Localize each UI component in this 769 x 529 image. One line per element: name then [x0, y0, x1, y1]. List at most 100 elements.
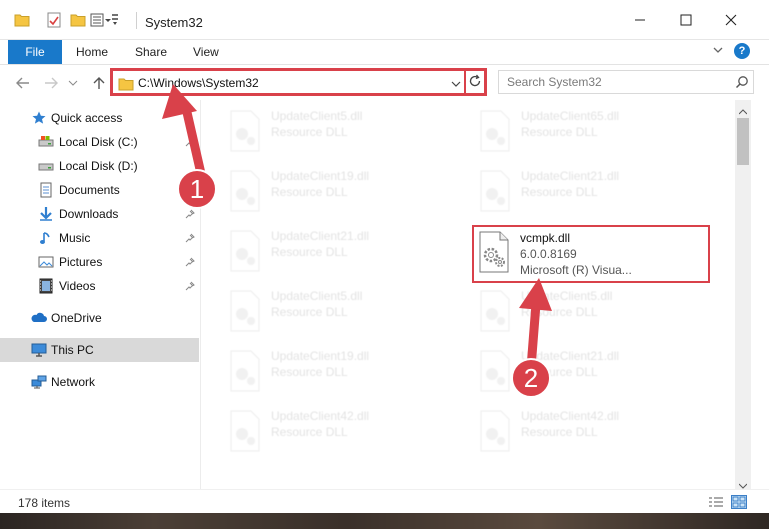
dll-file-icon	[476, 231, 512, 273]
properties-icon[interactable]	[46, 12, 64, 30]
step-badge-1: 1	[177, 169, 217, 209]
file-item-vcmpk-dll[interactable]: vcmpk.dll 6.0.0.8169 Microsoft (R) Visua…	[472, 225, 710, 283]
address-bar[interactable]: C:\Windows\System32	[110, 68, 487, 96]
title-bar: System32	[0, 0, 769, 40]
close-button[interactable]	[717, 8, 745, 32]
new-folder-icon[interactable]	[70, 12, 88, 30]
file-item[interactable]: UpdateClient5.dll Resource DLL	[225, 106, 455, 158]
file-name: vcmpk.dll	[520, 231, 571, 245]
dll-file-icon	[477, 290, 513, 332]
file-company: Microsoft (R) Visua...	[520, 263, 632, 277]
tiles-view-icon[interactable]	[731, 495, 747, 509]
sidebar-item-label: OneDrive	[51, 311, 102, 325]
search-box	[498, 70, 754, 94]
sidebar-item-music[interactable]: Music	[0, 226, 199, 250]
file-item[interactable]: UpdateClient42.dll Resource DLL	[225, 406, 455, 458]
address-divider	[464, 68, 466, 96]
onedrive-icon	[31, 310, 47, 326]
file-description: Resource DLL	[521, 125, 598, 139]
file-item[interactable]: UpdateClient5.dll Resource DLL	[225, 286, 455, 338]
sidebar-item-label: This PC	[51, 343, 94, 357]
file-name: UpdateClient42.dll	[271, 409, 370, 423]
documents-icon	[38, 182, 54, 198]
dll-file-icon	[227, 410, 263, 452]
folder-icon	[118, 76, 134, 95]
title-separator	[136, 12, 137, 29]
dll-file-icon	[477, 350, 513, 392]
file-name: UpdateClient5.dll	[521, 289, 613, 303]
dll-file-icon	[227, 230, 263, 272]
sidebar-item-label: Music	[59, 231, 91, 245]
network-icon	[31, 374, 47, 390]
help-icon[interactable]: ?	[734, 43, 750, 59]
recent-locations-icon[interactable]	[68, 74, 78, 92]
refresh-icon[interactable]	[468, 74, 482, 91]
file-description: Resource DLL	[271, 425, 348, 439]
file-item[interactable]: UpdateClient21.dll Resource DLL	[475, 166, 705, 218]
right-margin	[751, 100, 769, 489]
file-name: UpdateClient21.dll	[271, 229, 370, 243]
sidebar-item-pictures[interactable]: Pictures	[0, 250, 199, 274]
file-item[interactable]: UpdateClient21.dll Resource DLL	[225, 226, 455, 278]
file-item[interactable]: UpdateClient42.dll Resource DLL	[475, 406, 705, 458]
pin-icon[interactable]	[185, 232, 195, 246]
details-view-icon[interactable]	[708, 496, 724, 511]
ribbon-expand-icon[interactable]	[712, 44, 724, 59]
file-item[interactable]: UpdateClient5.dll Resource DLL	[475, 286, 705, 338]
sidebar-item-quick-access[interactable]: Quick access	[0, 106, 199, 130]
sidebar-item-label: Local Disk (D:)	[59, 159, 138, 173]
file-item[interactable]: UpdateClient65.dll Resource DLL	[475, 106, 705, 158]
tab-home[interactable]: Home	[76, 45, 108, 59]
address-path[interactable]: C:\Windows\System32	[138, 76, 259, 90]
file-description: Resource DLL	[271, 125, 348, 139]
sidebar-item-label: Quick access	[51, 111, 123, 125]
ribbon-tabs: File Home Share View ?	[0, 40, 769, 64]
drive-icon	[38, 158, 54, 174]
pin-icon[interactable]	[185, 208, 195, 222]
pc-icon	[31, 342, 47, 358]
tab-share[interactable]: Share	[135, 45, 167, 59]
file-item[interactable]: UpdateClient19.dll Resource DLL	[225, 166, 455, 218]
sidebar-item-onedrive[interactable]: OneDrive	[0, 306, 199, 330]
tab-file[interactable]: File	[8, 40, 62, 64]
pictures-icon	[38, 254, 54, 270]
scroll-up-icon[interactable]	[738, 104, 748, 118]
vertical-scrollbar[interactable]	[735, 100, 751, 489]
sidebar-item-videos[interactable]: Videos	[0, 274, 199, 298]
file-description: Resource DLL	[521, 305, 598, 319]
desktop-background-strip	[0, 513, 769, 529]
search-icon[interactable]	[735, 75, 749, 92]
file-version: 6.0.0.8169	[520, 247, 577, 261]
pin-icon[interactable]	[185, 256, 195, 270]
customize-toolbar-icon[interactable]	[90, 12, 120, 30]
pin-icon[interactable]	[185, 136, 195, 150]
sidebar-item-documents[interactable]: Documents	[0, 178, 199, 202]
tab-view[interactable]: View	[193, 45, 219, 59]
back-button[interactable]	[14, 74, 32, 92]
file-item[interactable]: UpdateClient19.dll Resource DLL	[225, 346, 455, 398]
dll-file-icon	[227, 290, 263, 332]
file-description: Resource DLL	[521, 425, 598, 439]
pin-icon[interactable]	[185, 280, 195, 294]
star-icon	[31, 110, 47, 126]
folder-icon[interactable]	[14, 12, 32, 30]
sidebar-item-this-pc[interactable]: This PC	[0, 338, 199, 362]
address-dropdown-icon[interactable]	[451, 78, 461, 92]
up-button[interactable]	[90, 74, 108, 92]
sidebar-item-downloads[interactable]: Downloads	[0, 202, 199, 226]
sidebar-item-local-disk-d[interactable]: Local Disk (D:)	[0, 154, 199, 178]
dll-file-icon	[477, 170, 513, 212]
file-description: Resource DLL	[271, 365, 348, 379]
sidebar-item-network[interactable]: Network	[0, 370, 199, 394]
search-input[interactable]	[499, 71, 731, 93]
scrollbar-thumb[interactable]	[737, 118, 749, 165]
file-item[interactable]: UpdateClient21.dll Resource DLL	[475, 346, 705, 398]
maximize-button[interactable]	[672, 8, 700, 32]
forward-button[interactable]	[42, 74, 60, 92]
downloads-icon	[38, 206, 54, 222]
navigation-bar: C:\Windows\System32	[0, 64, 769, 100]
sidebar-item-label: Local Disk (C:)	[59, 135, 138, 149]
music-icon	[38, 230, 54, 246]
minimize-button[interactable]	[626, 8, 654, 32]
sidebar-item-local-disk-c[interactable]: Local Disk (C:)	[0, 130, 199, 154]
